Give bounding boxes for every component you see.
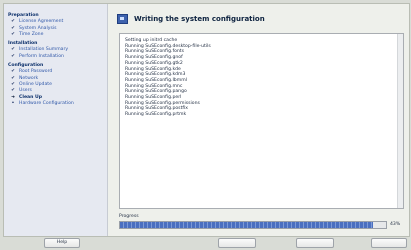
- configuration-icon: [117, 14, 128, 24]
- dialog-header: Writing the system configuration: [117, 13, 265, 25]
- bullet-icon: •: [11, 100, 15, 106]
- log-output[interactable]: Setting up initrd cache Running SuSEconfi…: [119, 33, 404, 209]
- steps-sidebar: Preparation ✔ License Agreement ✔ System Ana…: [4, 4, 108, 236]
- button-bar: Help: [0, 236, 411, 250]
- step-label: Online Update: [19, 81, 52, 87]
- content-panel: Writing the system configuration Setting…: [109, 4, 409, 236]
- step-item: • Hardware Configuration: [4, 101, 107, 107]
- check-icon: ✔: [11, 31, 15, 37]
- log-line: Running SuSEconfig.prtmk: [125, 112, 187, 118]
- step-label: System Analysis: [19, 25, 57, 31]
- step-label: License Agreement: [19, 19, 64, 25]
- installer-window: Preparation ✔ License Agreement ✔ System Ana…: [3, 3, 410, 237]
- step-item: ✔ Perform Installation: [4, 54, 107, 60]
- button-4[interactable]: [371, 238, 407, 248]
- progress-label: Progress: [119, 214, 139, 219]
- step-label: Perform Installation: [19, 53, 64, 59]
- progress-percent: 43%: [390, 222, 401, 227]
- progress-bar: [119, 221, 387, 229]
- progress-fill: [120, 222, 373, 228]
- check-icon: ✔: [11, 53, 15, 59]
- dialog-title: Writing the system configuration: [134, 15, 265, 23]
- button-2[interactable]: [218, 238, 256, 248]
- step-label: Installation Summary: [19, 47, 69, 53]
- help-button[interactable]: Help: [44, 238, 80, 248]
- step-item: ✔ Time Zone: [4, 32, 107, 38]
- step-label: Time Zone: [19, 31, 44, 37]
- step-label: Clean Up: [19, 94, 43, 100]
- step-label: Network: [19, 75, 39, 81]
- button-3[interactable]: [296, 238, 334, 248]
- step-label: Users: [19, 88, 32, 94]
- step-label: Hardware Configuration: [19, 100, 74, 106]
- step-label: Root Password: [19, 69, 53, 75]
- log-scrollbar[interactable]: [397, 34, 403, 208]
